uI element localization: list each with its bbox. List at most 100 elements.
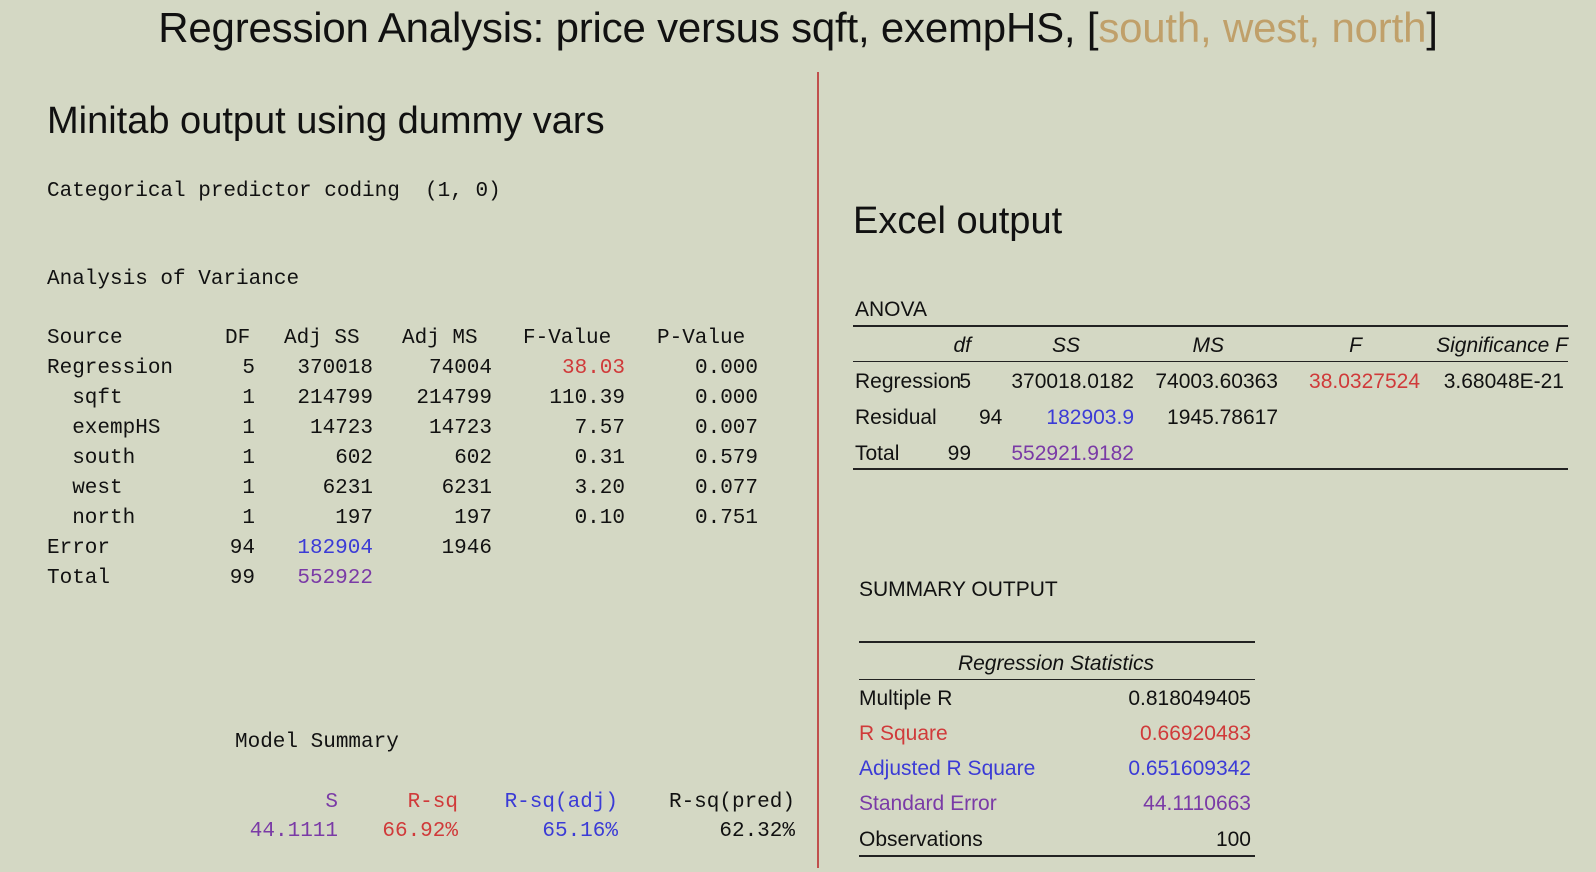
- minitab-header-pvalue: P-Value: [657, 327, 746, 350]
- minitab-cell-adjms: 197: [454, 507, 492, 530]
- excel-header-ss: SS: [1051, 334, 1080, 357]
- excel-stats-heading-rule: [859, 679, 1255, 680]
- minitab-cell-adjss: 182904: [297, 537, 373, 560]
- minitab-cell-pvalue: 0.579: [694, 447, 758, 470]
- excel-stat-row-std-error: Standard Error 44.1110663: [859, 792, 1253, 820]
- minitab-cell-source: south: [47, 447, 136, 470]
- minitab-cell-adjss: 197: [335, 507, 373, 530]
- minitab-cell-df: 5: [242, 357, 255, 380]
- excel-stat-value: 0.818049405: [1128, 687, 1251, 710]
- minitab-cell-adjss: 370018: [297, 357, 373, 380]
- minitab-cell-adjss: 602: [335, 447, 373, 470]
- minitab-cell-df: 94: [229, 537, 255, 560]
- minitab-coding-line: Categorical predictor coding (1, 0): [47, 180, 501, 203]
- minitab-header-df: DF: [225, 327, 251, 350]
- excel-header-ms: MS: [1192, 334, 1225, 357]
- excel-row-residual: Residual 94 182903.9 1945.78617: [853, 406, 1568, 434]
- excel-cell-ss: 370018.0182: [1011, 370, 1134, 393]
- minitab-cell-fvalue: 0.31: [574, 447, 625, 470]
- minitab-cell-df: 1: [242, 477, 255, 500]
- minitab-cell-df: 1: [242, 447, 255, 470]
- minitab-cell-adjms: 602: [454, 447, 492, 470]
- excel-cell-source: Residual: [855, 406, 937, 429]
- excel-cell-ms: 1945.78617: [1167, 406, 1278, 429]
- minitab-cell-source: Total: [47, 567, 111, 590]
- excel-stat-row-adj-r-square: Adjusted R Square 0.651609342: [859, 757, 1253, 785]
- title-highlight: south, west, north: [1098, 4, 1427, 51]
- excel-row-regression: Regression 5 370018.0182 74003.60363 38.…: [853, 370, 1568, 398]
- excel-stat-value: 100: [1215, 828, 1251, 851]
- excel-stats-top-rule: [859, 641, 1255, 643]
- summary-header-rsq: R-sq: [407, 791, 458, 814]
- excel-cell-source: Total: [855, 442, 900, 465]
- excel-stat-label: Multiple R: [859, 687, 953, 710]
- summary-value-s: 44.1111: [249, 820, 338, 843]
- excel-stats-heading: Regression Statistics: [957, 652, 1155, 675]
- minitab-cell-pvalue: 0.007: [694, 417, 758, 440]
- minitab-cell-adjss: 14723: [309, 417, 373, 440]
- excel-cell-ss: 552921.9182: [1011, 442, 1134, 465]
- minitab-cell-fvalue: 0.10: [574, 507, 625, 530]
- section-divider: [817, 72, 819, 868]
- excel-stat-label: Adjusted R Square: [859, 757, 1036, 780]
- minitab-cell-source: north: [47, 507, 136, 530]
- minitab-cell-df: 1: [242, 417, 255, 440]
- excel-cell-source: Regression: [855, 370, 962, 393]
- excel-stat-value: 0.66920483: [1140, 722, 1251, 745]
- minitab-cell-source: Error: [47, 537, 111, 560]
- minitab-cell-source: Regression: [47, 357, 174, 380]
- minitab-cell-source: exempHS: [47, 417, 161, 440]
- excel-cell-f: 38.0327524: [1309, 370, 1420, 393]
- excel-cell-df: 5: [959, 370, 971, 393]
- excel-cell-df: 94: [979, 406, 1003, 429]
- minitab-cell-adjms: 6231: [441, 477, 492, 500]
- excel-stat-label: Observations: [859, 828, 983, 851]
- minitab-cell-adjms: 14723: [428, 417, 492, 440]
- excel-anova-header: df SS MS F Significance F: [853, 334, 1568, 362]
- summary-header-s: S: [325, 791, 338, 814]
- excel-anova-top-rule: [853, 325, 1568, 327]
- minitab-cell-pvalue: 0.751: [694, 507, 758, 530]
- minitab-header-source: Source: [47, 327, 123, 350]
- minitab-cell-df: 1: [242, 507, 255, 530]
- minitab-header-fvalue: F-Value: [523, 327, 612, 350]
- excel-anova-label: ANOVA: [855, 298, 927, 321]
- excel-cell-ss: 182903.9: [1046, 406, 1134, 429]
- minitab-cell-adjss: 6231: [322, 477, 373, 500]
- excel-header-df: df: [953, 334, 971, 357]
- minitab-cell-df: 99: [229, 567, 255, 590]
- minitab-cell-adjss: 552922: [297, 567, 373, 590]
- minitab-cell-source: sqft: [47, 387, 123, 410]
- excel-cell-sigf: 3.68048E-21: [1443, 370, 1564, 393]
- title-suffix: ]: [1426, 4, 1438, 51]
- excel-stat-value: 44.1110663: [1143, 792, 1251, 815]
- minitab-cell-fvalue: 3.20: [574, 477, 625, 500]
- excel-stat-label: Standard Error: [859, 792, 997, 815]
- excel-stats-bottom-rule: [859, 855, 1255, 857]
- minitab-cell-fvalue: 38.03: [561, 357, 625, 380]
- excel-stat-row-r-square: R Square 0.66920483: [859, 722, 1253, 750]
- excel-anova-header-rule: [853, 361, 1568, 362]
- excel-summary-label: SUMMARY OUTPUT: [859, 578, 1058, 601]
- excel-heading: Excel output: [853, 200, 1063, 242]
- excel-anova-bottom-rule: [853, 468, 1568, 470]
- minitab-header-adjms: Adj MS: [402, 327, 478, 350]
- excel-header-sigf: Significance F: [1436, 334, 1568, 357]
- excel-cell-ms: 74003.60363: [1155, 370, 1278, 393]
- minitab-cell-adjss: 214799: [297, 387, 373, 410]
- minitab-cell-pvalue: 0.077: [694, 477, 758, 500]
- excel-header-f: F: [1349, 334, 1362, 357]
- minitab-header-adjss: Adj SS: [284, 327, 360, 350]
- minitab-cell-fvalue: 7.57: [574, 417, 625, 440]
- minitab-cell-source: west: [47, 477, 123, 500]
- excel-row-total: Total 99 552921.9182: [853, 442, 1568, 470]
- minitab-cell-fvalue: 110.39: [549, 387, 625, 410]
- minitab-cell-pvalue: 0.000: [694, 387, 758, 410]
- summary-value-rsqpred: 62.32%: [719, 820, 795, 843]
- excel-stat-row-multiple-r: Multiple R 0.818049405: [859, 687, 1253, 715]
- minitab-heading: Minitab output using dummy vars: [47, 100, 605, 142]
- minitab-cell-adjms: 214799: [416, 387, 492, 410]
- summary-header-rsqadj: R-sq(adj): [504, 791, 618, 814]
- excel-stat-row-observations: Observations 100: [859, 828, 1253, 856]
- page-title: Regression Analysis: price versus sqft, …: [0, 4, 1596, 52]
